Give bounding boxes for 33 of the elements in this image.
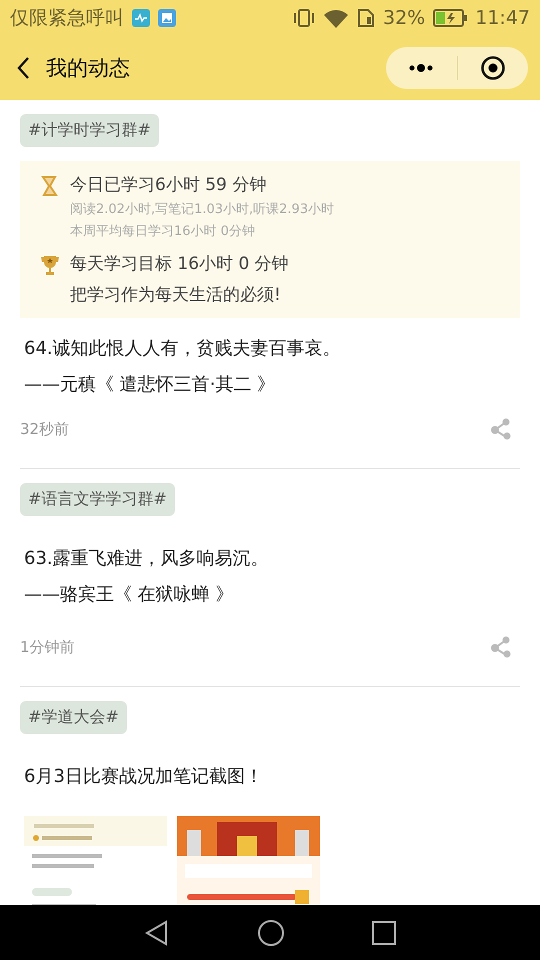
- vibrate-icon: [293, 8, 315, 28]
- home-icon[interactable]: [256, 918, 285, 946]
- today-study-time: 今日已学习6小时 59 分钟: [70, 174, 268, 196]
- battery-charging-icon: [433, 9, 468, 27]
- topic-tag[interactable]: #学道大会#: [20, 701, 127, 734]
- recent-apps-icon[interactable]: [372, 920, 396, 944]
- close-icon[interactable]: [480, 55, 506, 81]
- motto-text: 把学习作为每天生活的必须!: [70, 284, 282, 306]
- hourglass-icon: [40, 175, 60, 197]
- heart-monitor-icon: [132, 9, 150, 27]
- image-icon: [158, 9, 176, 27]
- sim-card-icon: [357, 8, 375, 28]
- post-text: 6月3日比赛战况加笔记截图！: [24, 765, 264, 788]
- post-text: ——元稹《 遣悲怀三首·其二 》: [24, 373, 276, 396]
- daily-goal: 每天学习目标 16小时 0 分钟: [70, 253, 289, 275]
- back-icon[interactable]: [144, 920, 170, 946]
- weekly-average: 本周平均每日学习16小时 0分钟: [70, 223, 256, 240]
- study-breakdown: 阅读2.02小时,写笔记1.03小时,听课2.93小时: [70, 201, 334, 218]
- topic-tag[interactable]: #语言文学学习群#: [20, 483, 175, 516]
- wifi-icon: [323, 8, 349, 28]
- post-time: 1分钟前: [20, 638, 75, 656]
- post-text: ——骆宾王《 在狱咏蝉 》: [24, 583, 234, 606]
- topic-tag[interactable]: #计学时学习群#: [20, 114, 159, 147]
- post-text: 63.露重飞难进，风多响易沉。: [24, 547, 270, 570]
- post-text: 64.诚知此恨人人有，贫贱夫妻百事哀。: [24, 337, 342, 360]
- battery-percent: 32%: [383, 7, 426, 29]
- back-icon[interactable]: [16, 56, 30, 80]
- trophy-icon: [40, 254, 60, 276]
- post-time: 32秒前: [20, 420, 70, 438]
- carrier-text: 仅限紧急呼叫: [10, 6, 124, 31]
- page-title: 我的动态: [46, 55, 131, 82]
- clock-time: 11:47: [475, 7, 530, 29]
- more-icon[interactable]: [407, 63, 436, 73]
